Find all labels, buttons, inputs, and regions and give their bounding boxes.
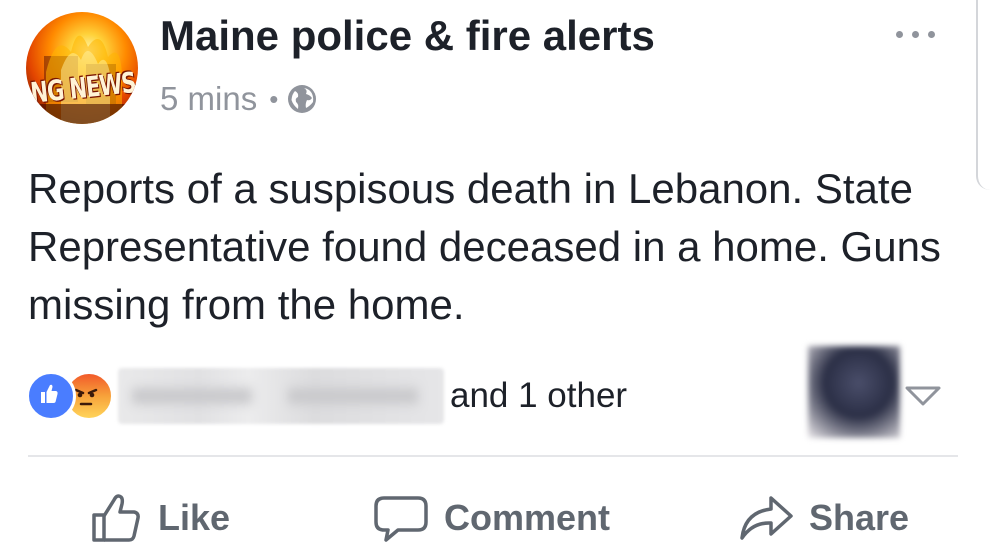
more-dot-icon <box>895 30 903 38</box>
comment-label: Comment <box>444 497 611 538</box>
post-meta: 5 mins • <box>160 80 318 118</box>
more-options-button[interactable] <box>885 20 945 48</box>
blurred-reactor-names[interactable] <box>118 368 444 424</box>
like-label: Like <box>158 497 231 538</box>
page-name-link[interactable]: Maine police & fire alerts <box>160 12 655 60</box>
scrollbar-edge <box>976 0 990 190</box>
comment-button[interactable]: Comment <box>372 486 610 550</box>
more-dot-icon <box>911 30 919 38</box>
globe-icon[interactable] <box>286 83 318 115</box>
chevron-down-icon[interactable] <box>903 382 943 410</box>
page-avatar[interactable]: NG NEWS <box>26 12 138 124</box>
facebook-post: NG NEWS Maine police & fire alerts 5 min… <box>0 0 990 557</box>
share-label: Share <box>809 497 910 538</box>
more-dot-icon <box>927 30 935 38</box>
thumbs-up-icon <box>92 494 140 542</box>
speech-bubble-icon <box>374 496 428 542</box>
like-button[interactable]: Like <box>88 486 230 550</box>
post-body-text: Reports of a suspisous death in Lebanon.… <box>28 165 941 328</box>
share-button[interactable]: Share <box>737 486 909 550</box>
reaction-others-text[interactable]: and 1 other <box>450 376 627 416</box>
actions-divider <box>28 455 958 457</box>
timestamp-link[interactable]: 5 mins <box>160 80 257 118</box>
reactions-summary[interactable]: and 1 other <box>26 366 627 426</box>
meta-separator: • <box>269 83 279 114</box>
commenter-avatar[interactable] <box>808 346 900 438</box>
share-arrow-icon <box>740 496 793 540</box>
like-reaction-icon <box>26 371 76 421</box>
